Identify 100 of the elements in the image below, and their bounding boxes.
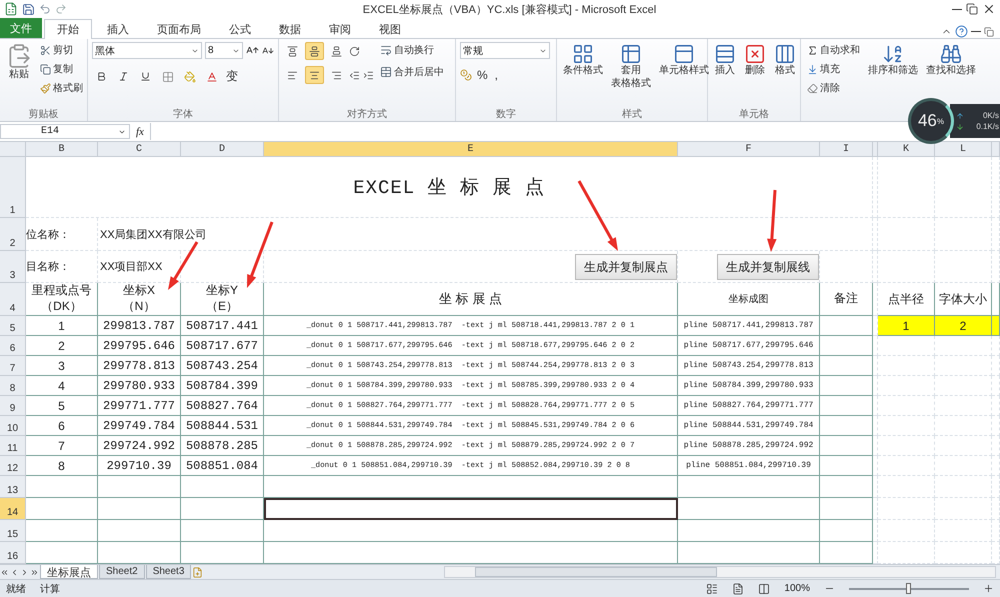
table-header: 坐标成图 [728, 292, 768, 306]
fill-button[interactable]: 填充 [805, 61, 862, 77]
up-arrow-icon [956, 112, 964, 120]
style-button[interactable]: 条件格式 [561, 42, 605, 78]
underline-icon [140, 71, 151, 82]
grid-cell [935, 456, 992, 476]
ribbon-tab[interactable]: 视图 [366, 19, 414, 39]
ribbon-tab[interactable]: 开始 [44, 19, 92, 39]
restore-icon [966, 3, 978, 15]
clear-button[interactable]: 清除 [805, 80, 862, 96]
fill-icon [807, 64, 818, 74]
table-cell: 299724.992 [102, 438, 175, 452]
row-header: 16 [0, 542, 26, 564]
name-box[interactable]: E14 [0, 124, 130, 139]
group-title: 对齐方式 [346, 108, 388, 121]
grid-cell [935, 336, 992, 356]
restore-icon [984, 26, 994, 36]
sheet-tab[interactable]: Sheet3 [146, 565, 192, 579]
ribbon-tab[interactable]: 插入 [94, 19, 142, 39]
cells-button[interactable]: 删除 [742, 42, 768, 78]
currency-icon [460, 69, 472, 81]
font-name-field[interactable]: 黑体 [92, 42, 202, 59]
grid-cell [878, 218, 935, 251]
grid-cell [935, 520, 992, 542]
grid-cell [935, 396, 992, 416]
insert-function-button[interactable]: fx [136, 126, 144, 138]
number-style-button[interactable]: , [492, 67, 500, 83]
table-cell: 5 [58, 398, 65, 412]
table-cell: 299749.784 [102, 418, 175, 432]
cross-icon [744, 43, 766, 65]
upload-speed: 0K/s [982, 111, 999, 120]
table-cell: pline 508717.677,299795.646 [684, 341, 814, 350]
grid-cell [878, 376, 935, 396]
ribbon-tab[interactable]: 页面布局 [144, 19, 214, 39]
grid-cell [878, 396, 935, 416]
align-icon [287, 46, 298, 56]
grid-cell [935, 157, 992, 218]
ribbon-tab[interactable]: 审阅 [316, 19, 364, 39]
cells-button[interactable]: 插入 [712, 42, 738, 78]
minimize-icon[interactable] [952, 8, 962, 10]
next-sheet-icon [20, 568, 29, 576]
grid-cell [935, 376, 992, 396]
grid-cell [820, 498, 873, 520]
ribbon-tab[interactable]: 数据 [266, 19, 314, 39]
column-header: E [264, 142, 678, 157]
autosum-button[interactable]: 自动求和 [805, 42, 862, 58]
cut-button[interactable]: 剪切 [38, 42, 85, 58]
slider-thumb[interactable] [906, 583, 911, 594]
style-button[interactable]: 单元格样式 [657, 42, 711, 78]
table-cell: 8 [58, 458, 65, 472]
merge-button[interactable]: 合并后居中 [378, 64, 446, 80]
table-cell: 7 [58, 438, 65, 452]
row-header: 8 [0, 376, 26, 396]
table-cell: 508784.399 [186, 378, 258, 392]
font-size-field[interactable]: 8 [205, 42, 243, 59]
paste-button[interactable]: 粘贴 [4, 42, 34, 82]
column-header: I [820, 142, 873, 157]
cells-button[interactable]: 格式 [772, 42, 798, 78]
table-cell [992, 316, 1000, 336]
table-cell: 508743.254 [186, 358, 258, 372]
wrap-text-button[interactable]: 自动换行 [378, 42, 446, 58]
row-header: 14 [0, 498, 26, 520]
group-title: 样式 [621, 108, 643, 121]
font-color-icon [206, 70, 218, 82]
align-button[interactable] [305, 42, 324, 60]
number-format-field[interactable]: 常规 [460, 42, 550, 59]
grid-cell [878, 416, 935, 436]
sort-filter-button[interactable]: 排序和筛选 [866, 42, 920, 78]
grid-cell [878, 456, 935, 476]
align-button[interactable] [305, 66, 324, 84]
table-header: 里程或点号 （DK） [32, 283, 92, 315]
macro-button[interactable]: 生成并复制展线 [717, 254, 819, 280]
format-painter-button[interactable]: 格式刷 [38, 80, 85, 96]
number-style-button[interactable]: % [475, 67, 490, 83]
column-header: L [935, 142, 992, 157]
file-tab[interactable]: 文件 [0, 18, 42, 38]
save-icon [22, 2, 35, 16]
group-title: 数字 [495, 108, 517, 121]
ribbon-tab[interactable]: 公式 [216, 19, 264, 39]
row-header: 5 [0, 316, 26, 336]
phonetic-button[interactable]: 变 [224, 67, 240, 86]
copy-button[interactable]: 复制 [38, 61, 85, 77]
table-header: 坐标X （N） [122, 283, 156, 315]
horizontal-scrollbar[interactable] [444, 566, 996, 578]
sheet-tab[interactable]: Sheet2 [99, 565, 145, 579]
align-icon [309, 70, 320, 80]
sheet-tab[interactable]: 坐标展点 [40, 565, 98, 579]
macro-button[interactable]: 生成并复制展点 [575, 254, 677, 280]
align-icon [309, 46, 320, 56]
table-cell: 508717.441 [186, 318, 258, 332]
table-cell: 299795.646 [102, 338, 175, 352]
table-cell: 508878.285 [186, 438, 258, 452]
wrap-icon [380, 44, 392, 56]
normal-view-icon [706, 582, 718, 594]
find-select-button[interactable]: 查找和选择 [924, 42, 978, 78]
grid-cell [878, 476, 935, 498]
style-button[interactable]: 套用 表格格式 [609, 42, 653, 91]
table-cell: 299778.813 [102, 358, 175, 372]
grid-cell [878, 356, 935, 376]
grid-cell [26, 520, 98, 542]
